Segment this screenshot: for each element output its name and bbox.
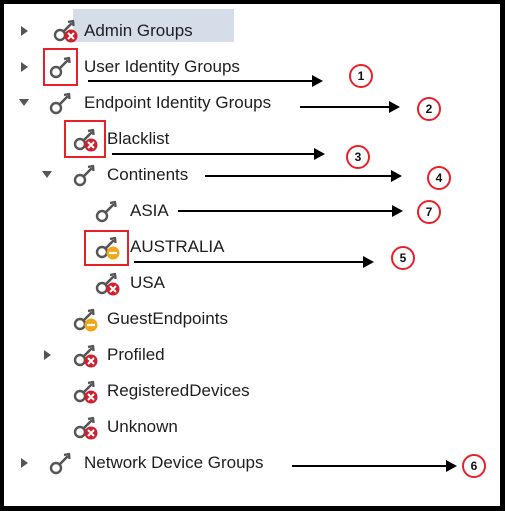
collapse-toggle-continents[interactable] (42, 170, 52, 180)
key-denied-icon (71, 125, 99, 153)
annotation-arrow-5 (134, 256, 374, 268)
annotation-arrow-7 (178, 205, 403, 217)
annotation-arrow-6 (292, 460, 457, 472)
key-limited-icon (93, 233, 121, 261)
expand-toggle-admin-groups[interactable] (20, 26, 30, 36)
key-denied-icon (51, 16, 79, 44)
callout-6: 6 (462, 454, 486, 478)
tree-item-network-device-groups[interactable]: Network Device Groups (84, 452, 264, 474)
tree-item-profiled[interactable]: Profiled (107, 344, 165, 366)
tree-item-continents[interactable]: Continents (107, 164, 188, 186)
expand-toggle-profiled[interactable] (43, 350, 53, 360)
tree-item-unknown[interactable]: Unknown (107, 416, 178, 438)
key-limited-icon (71, 305, 99, 333)
tree-item-usa[interactable]: USA (130, 272, 165, 294)
callout-7: 7 (417, 200, 441, 224)
tree-item-endpoint-identity-groups[interactable]: Endpoint Identity Groups (84, 92, 271, 114)
key-icon (93, 197, 121, 225)
tree-item-asia[interactable]: ASIA (130, 200, 169, 222)
expand-toggle-network-device-groups[interactable] (20, 458, 30, 468)
callout-5: 5 (391, 246, 415, 270)
callout-4: 4 (427, 166, 451, 190)
collapse-toggle-endpoint-identity-groups[interactable] (19, 98, 29, 108)
callout-2: 2 (417, 97, 441, 121)
key-icon (47, 89, 75, 117)
key-icon (47, 53, 75, 81)
tree-item-australia[interactable]: AUSTRALIA (130, 236, 224, 258)
tree-item-user-identity-groups[interactable]: User Identity Groups (84, 56, 240, 78)
tree-item-admin-groups[interactable]: Admin Groups (84, 20, 193, 42)
key-denied-icon (93, 269, 121, 297)
annotation-arrow-4 (205, 170, 402, 182)
callout-3: 3 (346, 145, 370, 169)
key-denied-icon (71, 377, 99, 405)
expand-toggle-user-identity-groups[interactable] (20, 62, 30, 72)
tree-item-blacklist[interactable]: Blacklist (107, 128, 169, 150)
tree-item-registereddevices[interactable]: RegisteredDevices (107, 380, 250, 402)
callout-1: 1 (349, 64, 373, 88)
annotation-arrow-1 (88, 75, 323, 87)
key-denied-icon (71, 341, 99, 369)
tree-item-guestendpoints[interactable]: GuestEndpoints (107, 308, 228, 330)
key-icon (71, 161, 99, 189)
annotation-arrow-2 (300, 101, 400, 113)
key-icon (47, 449, 75, 477)
annotation-arrow-3 (112, 148, 325, 160)
key-denied-icon (71, 413, 99, 441)
